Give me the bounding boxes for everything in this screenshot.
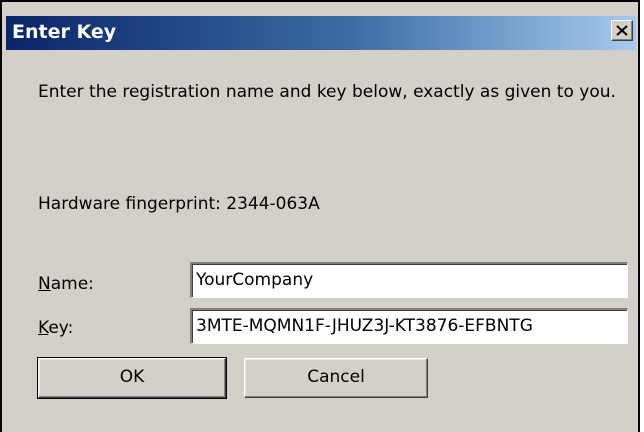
hardware-fingerprint: Hardware fingerprint: 2344-063A	[38, 192, 320, 216]
key-label: Key:	[38, 316, 73, 340]
cancel-button[interactable]: Cancel	[244, 358, 428, 398]
close-icon	[616, 25, 628, 36]
name-label-mnemonic: N	[38, 274, 51, 294]
title-bar[interactable]: Enter Key	[6, 16, 636, 50]
name-label: Name:	[38, 272, 94, 296]
fingerprint-value: 2344-063A	[226, 194, 320, 214]
window-title: Enter Key	[12, 21, 117, 43]
key-field[interactable]: 3MTE-MQMN1F-JHUZ3J-KT3876-EFBNTG	[190, 308, 628, 344]
key-label-mnemonic: K	[38, 318, 49, 338]
name-label-rest: ame:	[50, 274, 94, 294]
close-button[interactable]	[611, 20, 633, 41]
instructions-text: Enter the registration name and key belo…	[38, 82, 616, 102]
enter-key-dialog: Enter Key Enter the registration name an…	[0, 0, 640, 432]
key-label-rest: ey:	[48, 318, 74, 338]
ok-button[interactable]: OK	[37, 357, 227, 399]
fingerprint-label: Hardware fingerprint:	[38, 194, 221, 214]
name-field[interactable]: YourCompany	[190, 262, 628, 298]
